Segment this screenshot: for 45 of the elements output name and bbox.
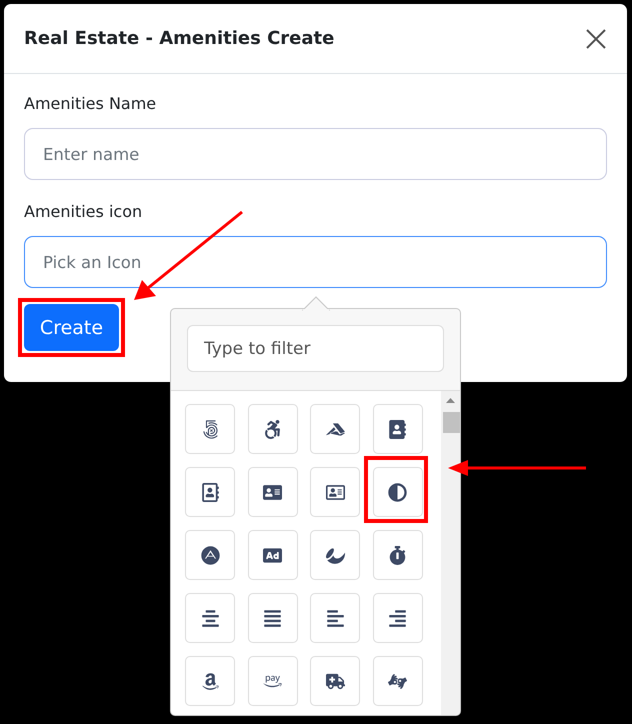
input-field[interactable]: Pick an Icon bbox=[24, 236, 607, 288]
icon-option[interactable] bbox=[372, 404, 422, 454]
icon-option[interactable] bbox=[310, 530, 360, 580]
field-label: Amenities icon bbox=[24, 202, 144, 221]
icon-option[interactable] bbox=[248, 404, 298, 454]
align-right-icon bbox=[388, 608, 407, 628]
icon-option[interactable] bbox=[248, 593, 298, 643]
icon-option[interactable] bbox=[185, 530, 235, 580]
fingerprint-logo-icon bbox=[200, 420, 220, 438]
input-field[interactable]: Enter name bbox=[24, 128, 607, 180]
icon-option[interactable] bbox=[310, 404, 360, 454]
id-card-icon bbox=[326, 482, 344, 502]
dialog-title: Real Estate - Amenities Create bbox=[24, 28, 334, 49]
icon-option[interactable] bbox=[185, 404, 235, 454]
icon-option[interactable] bbox=[185, 656, 235, 706]
icon-option[interactable] bbox=[310, 467, 360, 517]
icon-option[interactable] bbox=[310, 656, 360, 706]
align-justify-icon bbox=[263, 608, 282, 628]
close-button[interactable] bbox=[585, 28, 607, 50]
swoosh-logo-icon bbox=[326, 546, 344, 564]
icon-option[interactable] bbox=[372, 593, 422, 643]
sign-language-icon bbox=[388, 672, 407, 690]
icon-option[interactable] bbox=[372, 467, 422, 517]
id-card-icon bbox=[263, 482, 282, 502]
icon-option[interactable] bbox=[185, 467, 235, 517]
amazon-icon bbox=[200, 672, 220, 690]
ambulance-icon bbox=[326, 672, 344, 690]
field-label: Amenities Name bbox=[24, 94, 158, 113]
ad-icon bbox=[263, 546, 282, 564]
stopwatch-icon bbox=[388, 546, 407, 564]
contrast-icon bbox=[388, 482, 407, 502]
contact-book-icon bbox=[200, 482, 220, 502]
wheelchair-icon bbox=[263, 420, 282, 438]
align-center-icon bbox=[200, 608, 220, 628]
align-left-icon bbox=[326, 608, 344, 628]
icon-option[interactable] bbox=[372, 530, 422, 580]
contact-book-icon bbox=[388, 420, 407, 438]
icon-option[interactable] bbox=[248, 530, 298, 580]
filter-field[interactable]: Type to filter bbox=[187, 325, 444, 372]
create-button[interactable]: Create bbox=[24, 304, 119, 351]
icon-option[interactable] bbox=[372, 656, 422, 706]
icon-option[interactable] bbox=[310, 593, 360, 643]
circle-logo-icon bbox=[200, 546, 220, 564]
icon-option[interactable] bbox=[248, 467, 298, 517]
icon-option[interactable] bbox=[185, 593, 235, 643]
